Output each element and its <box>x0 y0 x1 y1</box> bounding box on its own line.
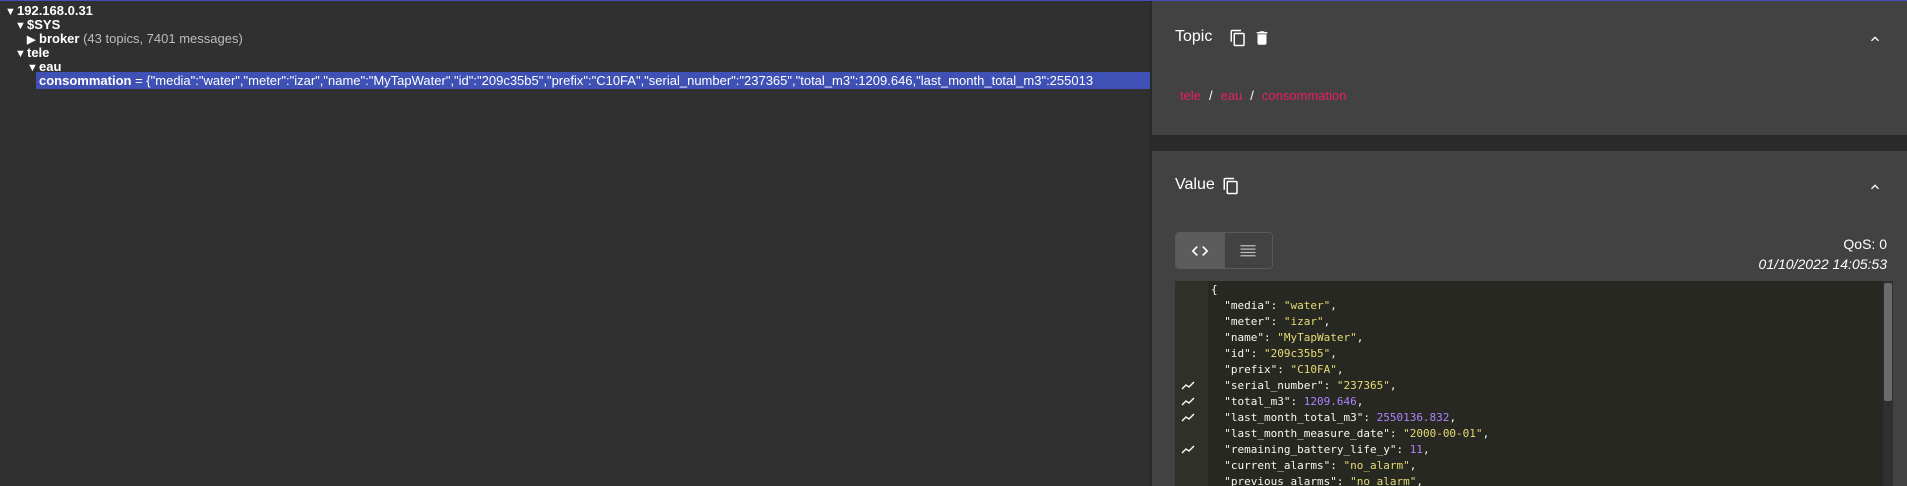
json-value-editor[interactable]: { "media": "water", "meter": "izar", "na… <box>1175 281 1893 486</box>
view-mode-toggle[interactable] <box>1175 232 1273 269</box>
details-panel: Topic tele / eau / consommation Value Qo… <box>1150 1 1907 486</box>
value-card: Value QoS: 0 01/10/2022 14:05:53 { "medi <box>1152 151 1907 486</box>
editor-line: "name": "MyTapWater", <box>1175 330 1875 346</box>
list-icon <box>1240 244 1256 256</box>
editor-line: "last_month_total_m3": 2550136.832, <box>1175 410 1875 426</box>
code-icon <box>1191 245 1209 256</box>
json-key: "meter" <box>1224 315 1271 328</box>
json-value: "237365" <box>1336 379 1390 392</box>
topic-breadcrumb: tele / eau / consommation <box>1180 88 1346 103</box>
editor-line: "total_m3": 1209.646, <box>1175 394 1875 410</box>
breadcrumb-separator: / <box>1250 88 1254 103</box>
tree-node-broker[interactable]: ▶ broker (43 topics, 7401 messages) <box>27 30 243 47</box>
expanded-triangle-icon[interactable]: ▼ <box>15 18 27 35</box>
json-key: "current_alarms" <box>1224 459 1331 472</box>
chevron-up-icon[interactable] <box>1867 179 1883 195</box>
editor-line: "meter": "izar", <box>1175 314 1875 330</box>
json-key: "name" <box>1224 331 1264 344</box>
chart-icon[interactable] <box>1179 410 1197 426</box>
topic-name: consommation <box>39 73 132 88</box>
editor-line-text: "last_month_measure_date": "2000-00-01", <box>1224 427 1490 440</box>
editor-line: "media": "water", <box>1175 298 1875 314</box>
json-key: "total_m3" <box>1224 395 1291 408</box>
editor-line-text: "id": "209c35b5", <box>1224 347 1337 360</box>
json-value: "water" <box>1283 299 1331 312</box>
editor-line: { <box>1175 282 1875 298</box>
json-key: "prefix" <box>1224 363 1278 376</box>
topic-payload-preview: {"media":"water","meter":"izar","name":"… <box>146 73 1094 88</box>
json-value: "no_alarm" <box>1350 475 1417 486</box>
json-key: "previous_alarms" <box>1224 475 1337 486</box>
chart-icon[interactable] <box>1179 394 1197 410</box>
topic-card: Topic tele / eau / consommation <box>1152 1 1907 135</box>
editor-line: "prefix": "C10FA", <box>1175 362 1875 378</box>
tree-node-consommation-selected[interactable]: consommation = {"media":"water","meter":… <box>36 72 1150 89</box>
topic-eq: = <box>131 73 147 88</box>
editor-line: "serial_number": "237365", <box>1175 378 1875 394</box>
json-key: "last_month_total_m3" <box>1224 411 1364 424</box>
json-value: "209c35b5" <box>1264 347 1331 360</box>
editor-line-text: "meter": "izar", <box>1224 315 1331 328</box>
editor-scroll-thumb[interactable] <box>1884 283 1892 401</box>
editor-line: "last_month_measure_date": "2000-00-01", <box>1175 426 1875 442</box>
editor-line-text: "current_alarms": "no_alarm", <box>1224 459 1417 472</box>
editor-line: "remaining_battery_life_y": 11, <box>1175 442 1875 458</box>
editor-line: "id": "209c35b5", <box>1175 346 1875 362</box>
json-value: "no_alarm" <box>1343 459 1410 472</box>
tree-node-meta: (43 topics, 7401 messages) <box>83 31 243 46</box>
editor-line-text: "previous_alarms": "no_alarm", <box>1224 475 1423 486</box>
list-view-button[interactable] <box>1223 233 1272 268</box>
json-key: "last_month_measure_date" <box>1224 427 1390 440</box>
trash-icon[interactable] <box>1253 29 1271 47</box>
breadcrumb-tele[interactable]: tele <box>1180 88 1201 103</box>
topic-card-title: Topic <box>1175 28 1213 45</box>
breadcrumb-consommation[interactable]: consommation <box>1262 88 1347 103</box>
message-timestamp: 01/10/2022 14:05:53 <box>1758 256 1887 272</box>
editor-line-text: "total_m3": 1209.646, <box>1224 395 1364 408</box>
json-value: 11 <box>1409 443 1423 456</box>
expanded-triangle-icon[interactable]: ▼ <box>15 46 27 63</box>
editor-line-text: "last_month_total_m3": 2550136.832, <box>1224 411 1457 424</box>
editor-line-text: "serial_number": "237365", <box>1224 379 1397 392</box>
json-brace: { <box>1211 283 1218 296</box>
json-value: "izar" <box>1283 315 1324 328</box>
editor-line-text: "prefix": "C10FA", <box>1224 363 1344 376</box>
json-key: "serial_number" <box>1224 379 1324 392</box>
editor-line: "current_alarms": "no_alarm", <box>1175 458 1875 474</box>
json-value: 1209.646 <box>1303 395 1357 408</box>
json-key: "media" <box>1224 299 1271 312</box>
value-card-title: Value <box>1175 176 1215 193</box>
copy-icon[interactable] <box>1229 29 1247 47</box>
editor-line-text: "remaining_battery_life_y": 11, <box>1224 443 1430 456</box>
raw-view-button[interactable] <box>1176 233 1224 268</box>
json-value: "MyTapWater" <box>1277 331 1357 344</box>
qos-label: QoS: 0 <box>1843 236 1887 252</box>
chevron-up-icon[interactable] <box>1867 31 1883 47</box>
topic-tree[interactable]: ▼192.168.0.31 ▼$SYS ▶ broker (43 topics, … <box>0 1 1150 486</box>
editor-line-text: "name": "MyTapWater", <box>1224 331 1364 344</box>
editor-line: "previous_alarms": "no_alarm", <box>1175 474 1875 486</box>
breadcrumb-separator: / <box>1208 88 1213 103</box>
json-value: "2000-00-01" <box>1403 427 1483 440</box>
json-key: "id" <box>1224 347 1251 360</box>
copy-icon[interactable] <box>1222 177 1240 195</box>
chart-icon[interactable] <box>1179 378 1197 394</box>
editor-line-text: "media": "water", <box>1224 299 1337 312</box>
editor-scrollbar[interactable] <box>1883 281 1893 486</box>
json-value: 2550136.832 <box>1376 411 1450 424</box>
editor-line-text: { <box>1211 282 1218 298</box>
chart-icon[interactable] <box>1179 442 1197 458</box>
json-key: "remaining_battery_life_y" <box>1224 443 1397 456</box>
breadcrumb-eau[interactable]: eau <box>1221 88 1243 103</box>
json-value: "C10FA" <box>1290 363 1337 376</box>
